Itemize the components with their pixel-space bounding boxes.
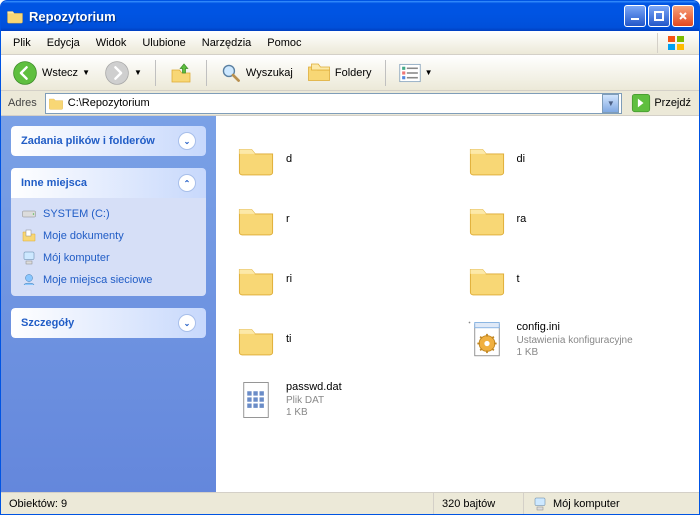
folder-icon bbox=[234, 198, 278, 242]
ini-file-icon bbox=[465, 318, 509, 362]
back-arrow-icon bbox=[12, 60, 38, 86]
folder-icon bbox=[465, 198, 509, 242]
folders-icon bbox=[307, 62, 331, 84]
windows-logo-icon bbox=[657, 33, 695, 53]
back-label: Wstecz bbox=[42, 67, 78, 79]
menu-view[interactable]: Widok bbox=[88, 34, 135, 52]
folder-item[interactable]: ra bbox=[463, 192, 684, 248]
folder-item[interactable]: d bbox=[232, 132, 453, 188]
chevron-down-icon: ▼ bbox=[82, 68, 90, 77]
status-location: Mój komputer bbox=[524, 493, 699, 514]
folder-icon bbox=[234, 258, 278, 302]
status-size: 320 bajtów bbox=[434, 493, 524, 514]
drive-icon bbox=[21, 206, 37, 222]
views-icon bbox=[399, 63, 421, 83]
forward-arrow-icon bbox=[104, 60, 130, 86]
folder-icon bbox=[234, 318, 278, 362]
network-icon bbox=[21, 272, 37, 288]
menu-file[interactable]: Plik bbox=[5, 34, 39, 52]
address-label: Adres bbox=[4, 97, 41, 109]
folder-item[interactable]: ri bbox=[232, 252, 453, 308]
window-title: Repozytorium bbox=[29, 9, 624, 24]
menu-tools[interactable]: Narzędzia bbox=[194, 34, 260, 52]
folders-label: Foldery bbox=[335, 67, 372, 79]
panel-details-title: Szczegóły bbox=[21, 317, 74, 329]
panel-other-places-header[interactable]: Inne miejsca ⌃ bbox=[11, 168, 206, 198]
search-label: Wyszukaj bbox=[246, 67, 293, 79]
panel-file-tasks-title: Zadania plików i folderów bbox=[21, 135, 155, 147]
chevron-down-icon: ⌄ bbox=[178, 132, 196, 150]
folder-item[interactable]: r bbox=[232, 192, 453, 248]
menu-edit[interactable]: Edycja bbox=[39, 34, 88, 52]
status-objects: Obiektów: 9 bbox=[1, 493, 434, 514]
folder-item[interactable]: t bbox=[463, 252, 684, 308]
link-my-documents[interactable]: Moje dokumenty bbox=[21, 228, 196, 244]
folder-item[interactable]: ti bbox=[232, 312, 453, 368]
go-label: Przejdź bbox=[654, 97, 691, 109]
file-item-passwd[interactable]: passwd.dat Plik DAT 1 KB bbox=[232, 372, 453, 428]
maximize-button[interactable] bbox=[648, 5, 670, 27]
back-button[interactable]: Wstecz ▼ bbox=[7, 57, 95, 89]
link-my-computer[interactable]: Mój komputer bbox=[21, 250, 196, 266]
views-button[interactable]: ▼ bbox=[394, 60, 438, 86]
up-folder-icon bbox=[169, 61, 193, 85]
panel-details-header[interactable]: Szczegóły ⌄ bbox=[11, 308, 206, 338]
computer-icon bbox=[532, 496, 548, 512]
folder-icon bbox=[234, 138, 278, 182]
chevron-down-icon: ⌄ bbox=[178, 314, 196, 332]
forward-button[interactable]: ▼ bbox=[99, 57, 147, 89]
folder-icon bbox=[465, 138, 509, 182]
folder-icon bbox=[6, 7, 24, 25]
search-button[interactable]: Wyszukaj bbox=[215, 59, 298, 87]
go-arrow-icon bbox=[631, 93, 651, 113]
address-field[interactable]: ▼ bbox=[45, 93, 623, 114]
folder-item[interactable]: di bbox=[463, 132, 684, 188]
minimize-button[interactable] bbox=[624, 5, 646, 27]
chevron-down-icon: ▼ bbox=[134, 68, 142, 77]
dat-file-icon bbox=[234, 378, 278, 422]
search-icon bbox=[220, 62, 242, 84]
chevron-down-icon: ▼ bbox=[425, 68, 433, 77]
folder-icon bbox=[48, 95, 64, 111]
folder-icon bbox=[465, 258, 509, 302]
documents-icon bbox=[21, 228, 37, 244]
menu-favorites[interactable]: Ulubione bbox=[134, 34, 193, 52]
file-item-config[interactable]: config.ini Ustawienia konfiguracyjne 1 K… bbox=[463, 312, 684, 368]
close-button[interactable] bbox=[672, 5, 694, 27]
chevron-up-icon: ⌃ bbox=[178, 174, 196, 192]
panel-file-tasks-header[interactable]: Zadania plików i folderów ⌄ bbox=[11, 126, 206, 156]
link-network-places[interactable]: Moje miejsca sieciowe bbox=[21, 272, 196, 288]
panel-other-places-title: Inne miejsca bbox=[21, 177, 87, 189]
address-input[interactable] bbox=[68, 97, 599, 109]
address-dropdown-button[interactable]: ▼ bbox=[602, 94, 619, 113]
up-button[interactable] bbox=[164, 58, 198, 88]
menu-help[interactable]: Pomoc bbox=[259, 34, 309, 52]
folders-button[interactable]: Foldery bbox=[302, 59, 377, 87]
go-button[interactable]: Przejdź bbox=[626, 91, 696, 115]
link-system-drive[interactable]: SYSTEM (C:) bbox=[21, 206, 196, 222]
computer-icon bbox=[21, 250, 37, 266]
